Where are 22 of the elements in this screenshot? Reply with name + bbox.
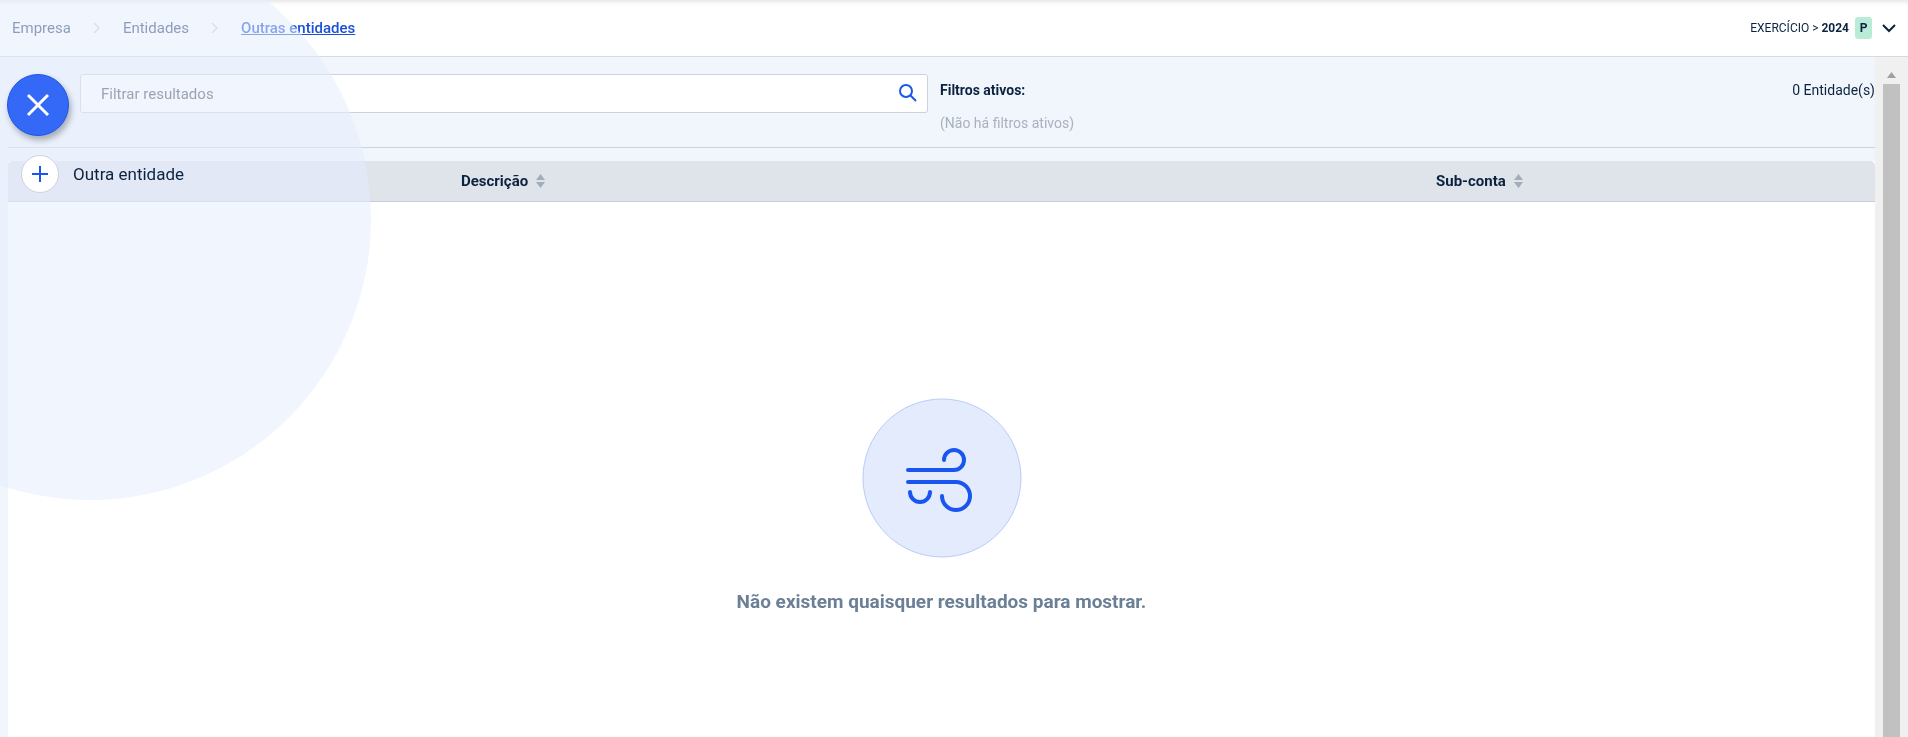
search-field[interactable]: Filtrar resultados bbox=[80, 74, 928, 113]
sort-icon[interactable] bbox=[1513, 174, 1523, 188]
column-header[interactable]: Descrição bbox=[461, 172, 529, 190]
user-avatar[interactable]: P bbox=[1855, 17, 1872, 39]
close-icon bbox=[26, 93, 50, 117]
close-button[interactable] bbox=[7, 74, 69, 136]
result-count: 0 Entidade(s) bbox=[1792, 81, 1875, 101]
empty-message: Não existem quaisquer resultados para mostrar. bbox=[736, 590, 1147, 613]
wind-icon bbox=[861, 398, 1022, 558]
menu-item[interactable]: Outra entidade bbox=[21, 155, 185, 193]
chevron-icon bbox=[211, 22, 220, 34]
breadcrumb-link[interactable]: Outras entidades bbox=[241, 19, 356, 37]
no-filters-text: (Não há filtros ativos) bbox=[940, 115, 1076, 131]
chevron-down-icon[interactable] bbox=[1882, 23, 1896, 33]
scroll-up-icon[interactable] bbox=[1887, 72, 1896, 78]
chevron-icon bbox=[92, 22, 101, 34]
search-icon[interactable] bbox=[898, 83, 918, 103]
column-header[interactable]: Sub-conta bbox=[1436, 172, 1506, 190]
scrollbar[interactable] bbox=[1875, 57, 1908, 737]
exercise-label: EXERCÍCIO > 2024 bbox=[1750, 21, 1849, 35]
filters-title: Filtros ativos: bbox=[940, 82, 1027, 98]
sort-icon[interactable] bbox=[536, 174, 546, 188]
